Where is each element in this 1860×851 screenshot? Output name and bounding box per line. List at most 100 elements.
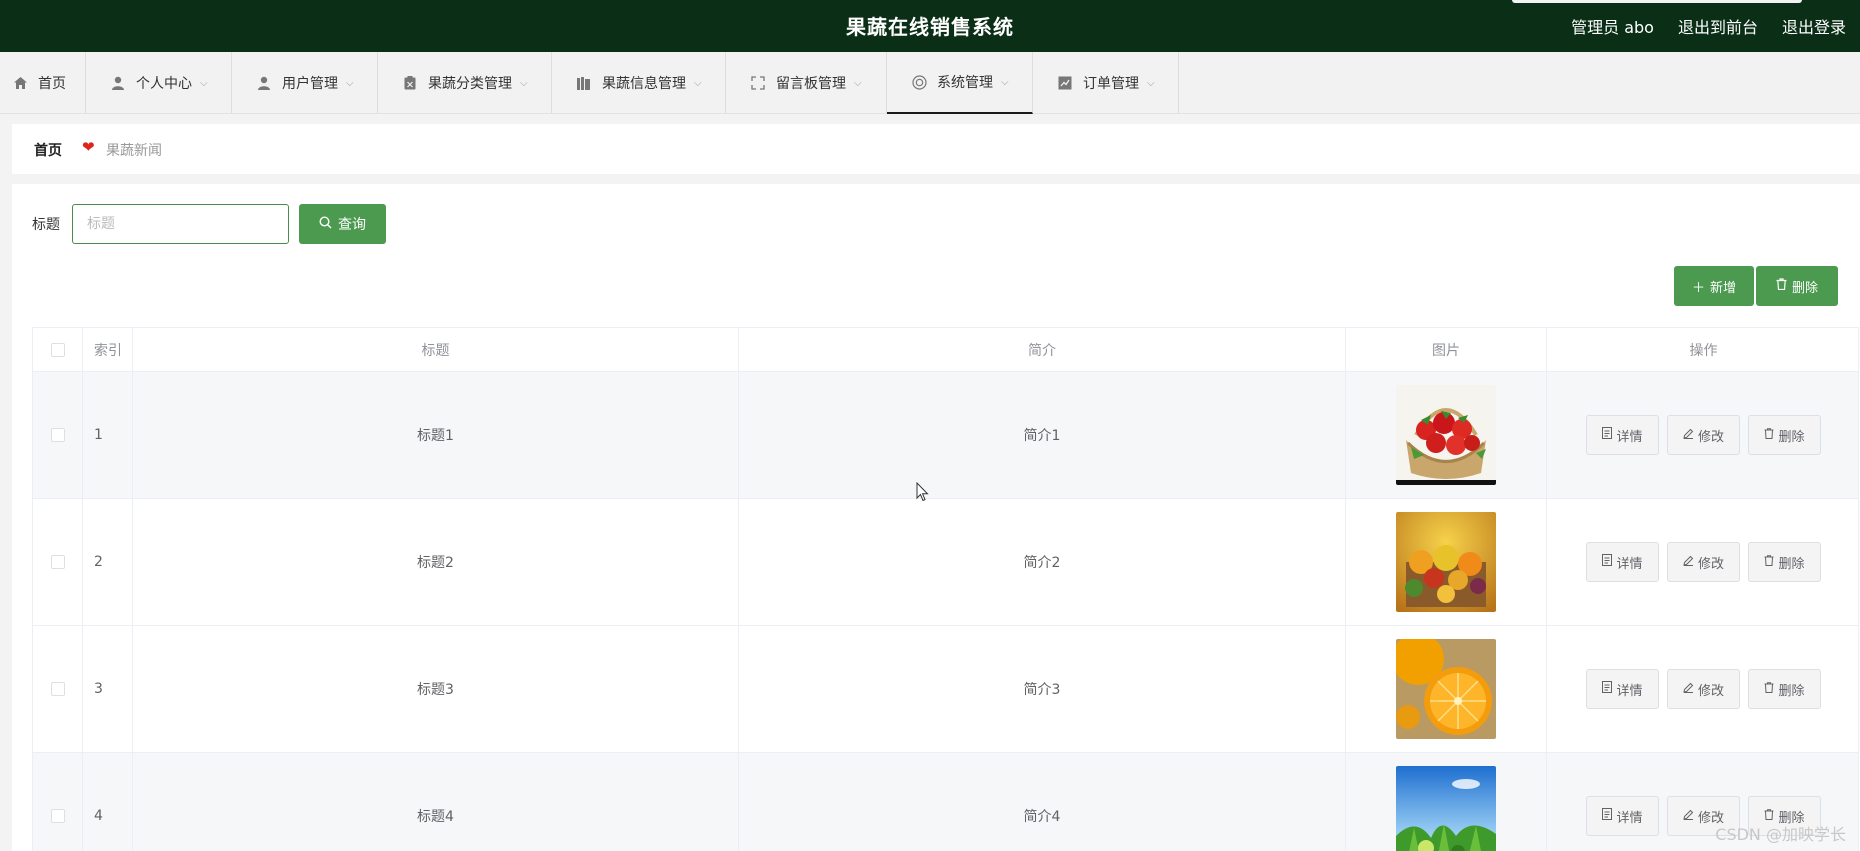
mouse-cursor-icon: [916, 481, 930, 506]
edit-button[interactable]: 修改: [1667, 542, 1740, 582]
trash-icon: [1764, 681, 1774, 697]
table-row: 4 标题4 简介4 详情 修改 删除: [33, 753, 1858, 851]
column-header-title: 标题: [133, 328, 739, 371]
row-checkbox-cell: [33, 753, 83, 851]
chevron-down-icon: ⌵: [1001, 76, 1009, 88]
detail-button-label: 详情: [1616, 683, 1643, 699]
trash-icon: [1764, 554, 1774, 570]
row-title: 标题1: [133, 372, 739, 498]
edit-icon: [1683, 809, 1694, 824]
row-title: 标题2: [133, 499, 739, 625]
delete-button[interactable]: 删除: [1748, 415, 1821, 455]
nav-item-personal[interactable]: 个人中心 ⌵: [86, 52, 232, 114]
detail-button-label: 详情: [1616, 810, 1643, 826]
delete-button-label: 删除: [1778, 683, 1805, 699]
back-to-front-link[interactable]: 退出到前台: [1678, 14, 1758, 38]
user-icon: [256, 75, 272, 91]
nav-label: 个人中心: [136, 76, 192, 92]
chevron-down-icon: ⌵: [854, 77, 862, 89]
delete-button[interactable]: 删除: [1748, 542, 1821, 582]
row-desc: 简介3: [739, 626, 1346, 752]
nav-label: 系统管理: [937, 75, 993, 91]
nav-item-orders[interactable]: 订单管理 ⌵: [1033, 52, 1179, 114]
nav-label: 订单管理: [1083, 76, 1139, 92]
edit-icon: [1683, 428, 1694, 443]
settings-circle-icon: [911, 74, 927, 90]
row-title: 标题3: [133, 626, 739, 752]
table-row: 2 标题2 简介2 详情 修改 删除: [33, 499, 1858, 626]
breadcrumb: 首页 ❤ 果蔬新闻: [12, 124, 1860, 174]
detail-button[interactable]: 详情: [1586, 796, 1659, 836]
row-title: 标题4: [133, 753, 739, 851]
row-checkbox[interactable]: [50, 809, 65, 823]
add-button[interactable]: ＋ 新增: [1674, 266, 1754, 306]
nav-item-system[interactable]: 系统管理 ⌵: [887, 52, 1033, 114]
search-input[interactable]: [72, 204, 289, 244]
edit-button-label: 修改: [1697, 556, 1724, 572]
row-checkbox[interactable]: [50, 428, 65, 442]
admin-username: 管理员 abo: [1571, 18, 1654, 37]
breadcrumb-current: 果蔬新闻: [106, 143, 162, 159]
row-checkbox-cell: [33, 626, 83, 752]
delete-button[interactable]: 删除: [1748, 669, 1821, 709]
orange-photo[interactable]: [1396, 639, 1496, 739]
column-header-image: 图片: [1346, 328, 1547, 371]
nav-label: 果蔬信息管理: [602, 76, 686, 92]
row-checkbox[interactable]: [50, 682, 65, 696]
add-button-label: 新增: [1710, 280, 1737, 296]
nav-label: 首页: [38, 76, 66, 92]
row-index: 1: [83, 372, 133, 498]
detail-button-label: 详情: [1616, 556, 1643, 572]
nav-item-home[interactable]: 首页: [0, 52, 86, 114]
vegetables-sky-photo[interactable]: [1396, 766, 1496, 851]
row-index: 4: [83, 753, 133, 851]
chevron-down-icon: ⌵: [1147, 77, 1155, 89]
edit-button[interactable]: 修改: [1667, 669, 1740, 709]
edit-button-label: 修改: [1697, 683, 1724, 699]
chevron-down-icon: ⌵: [346, 77, 354, 89]
data-table: 索引 标题 简介 图片 操作 1 标题1 简介1 详情 修改 删除 2 标题2 …: [32, 327, 1859, 851]
strawberry-basket-photo[interactable]: [1396, 385, 1496, 485]
nav-item-category[interactable]: 果蔬分类管理 ⌵: [378, 52, 552, 114]
detail-button[interactable]: 详情: [1586, 415, 1659, 455]
home-icon: [12, 75, 28, 91]
chevron-down-icon: ⌵: [694, 77, 702, 89]
header-actions: 管理员 abo 退出到前台 退出登录: [1571, 14, 1846, 38]
nav-item-message-board[interactable]: 留言板管理 ⌵: [726, 52, 887, 114]
nav-label: 用户管理: [282, 76, 338, 92]
row-actions: 详情 修改 删除: [1547, 499, 1860, 625]
batch-delete-button[interactable]: 删除: [1756, 266, 1838, 306]
edit-button[interactable]: 修改: [1667, 415, 1740, 455]
logout-link[interactable]: 退出登录: [1782, 14, 1846, 38]
nav-item-produce-info[interactable]: 果蔬信息管理 ⌵: [552, 52, 726, 114]
table-header: 索引 标题 简介 图片 操作: [33, 328, 1858, 372]
edit-icon: [1683, 555, 1694, 570]
column-header-ops: 操作: [1689, 342, 1718, 359]
user-icon: [110, 75, 126, 91]
row-desc: 简介2: [739, 499, 1346, 625]
search-button-label: 查询: [338, 217, 366, 233]
column-header-index: 索引: [83, 328, 133, 371]
row-desc: 简介4: [739, 753, 1346, 851]
content-panel: 标题 查询 ＋ 新增 删除 索引 标题 简介 图片 操作 1 标题1 简介1: [12, 184, 1860, 851]
detail-button[interactable]: 详情: [1586, 669, 1659, 709]
table-row: 1 标题1 简介1 详情 修改 删除: [33, 372, 1858, 499]
search-button[interactable]: 查询: [299, 204, 386, 244]
plus-icon: ＋: [1691, 280, 1705, 296]
row-checkbox[interactable]: [50, 555, 65, 569]
detail-button[interactable]: 详情: [1586, 542, 1659, 582]
nav-item-users[interactable]: 用户管理 ⌵: [232, 52, 378, 114]
mixed-fruit-photo[interactable]: [1396, 512, 1496, 612]
book-icon: [576, 75, 592, 91]
column-header-desc: 简介: [739, 328, 1346, 371]
row-image-cell: [1346, 372, 1547, 498]
row-image-cell: [1346, 626, 1547, 752]
select-all-checkbox[interactable]: [50, 342, 65, 357]
breadcrumb-home[interactable]: 首页: [34, 140, 62, 160]
trash-icon: [1764, 427, 1774, 443]
chevron-down-icon: ⌵: [520, 77, 528, 89]
row-actions: 详情 修改 删除: [1547, 372, 1860, 498]
fullscreen-icon: [750, 75, 766, 91]
trash-icon: [1776, 278, 1787, 294]
row-index: 3: [83, 626, 133, 752]
